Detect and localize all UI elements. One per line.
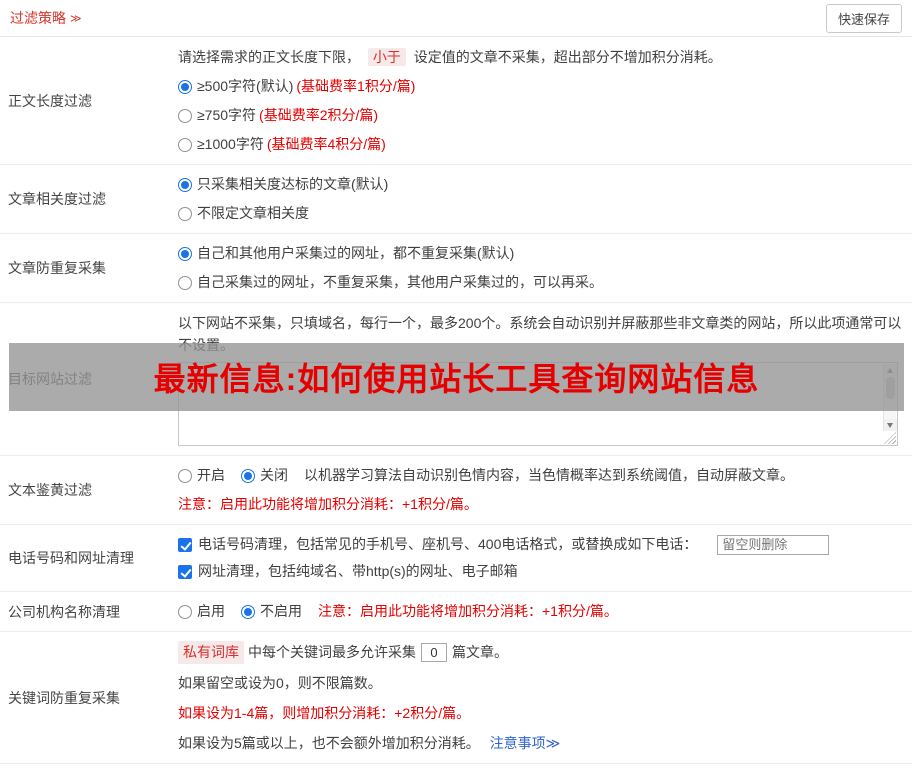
radio-icon[interactable]: [178, 275, 192, 290]
radio-option-dedup-self-only[interactable]: 自己采集过的网址，不重复采集，其他用户采集过的，可以再采。: [178, 272, 904, 293]
radio-option-relevance-on[interactable]: 只采集相关度达标的文章(默认): [178, 174, 904, 195]
row-dedup-collection: 文章防重复采集 自己和其他用户采集过的网址，都不重复采集(默认) 自己采集过的网…: [0, 234, 912, 303]
body-length-intro: 请选择需求的正文长度下限， 小于 设定值的文章不采集，超出部分不增加积分消耗。: [178, 46, 904, 68]
radio-icon[interactable]: [178, 79, 192, 94]
intro-text-before: 请选择需求的正文长度下限，: [178, 49, 360, 65]
keyword-count-input[interactable]: [421, 643, 447, 662]
radio-icon[interactable]: [178, 137, 192, 152]
radio-icon[interactable]: [241, 604, 255, 619]
phone-cleanup-line: 电话号码清理，包括常见的手机号、座机号、400电话格式，或替换成如下电话：: [178, 534, 904, 555]
row-body-length-filter: 正文长度过滤 请选择需求的正文长度下限， 小于 设定值的文章不采集，超出部分不增…: [0, 37, 912, 165]
radio-option-relevance-off[interactable]: 不限定文章相关度: [178, 203, 904, 224]
option-label: 启用: [197, 603, 225, 619]
row-label-body-length: 正文长度过滤: [8, 92, 92, 109]
porn-filter-cost-note: 注意：启用此功能将增加积分消耗：+1积分/篇。: [178, 496, 478, 512]
ad-banner-overlay: 最新信息:如何使用站长工具查询网站信息: [9, 343, 904, 411]
header: 过滤策略 ≫ 快速保存: [0, 0, 912, 37]
radio-option-500-chars[interactable]: ≥500字符(默认) (基础费率1积分/篇): [178, 76, 904, 97]
keyword-limit-text: 中每个关键词最多允许采集: [248, 644, 416, 660]
keyword-note-zero: 如果留空或设为0，则不限篇数。: [178, 675, 382, 691]
row-label-relevance: 文章相关度过滤: [8, 191, 106, 207]
radio-icon[interactable]: [178, 604, 192, 619]
radio-icon[interactable]: [178, 108, 192, 123]
keyword-note-cost: 如果设为1-4篇，则增加积分消耗：+2积分/篇。: [178, 705, 471, 721]
option-label: ≥750字符: [197, 107, 257, 123]
company-cost-note: 注意：启用此功能将增加积分消耗：+1积分/篇。: [318, 603, 618, 619]
page-title: 过滤策略: [10, 10, 66, 26]
checkbox-label: 网址清理，包括纯域名、带http(s)的网址、电子邮箱: [198, 563, 518, 579]
private-lexicon-tag[interactable]: 私有词库: [178, 641, 244, 664]
keyword-limit-text-end: 篇文章。: [452, 644, 508, 660]
checkbox-checked-icon[interactable]: [178, 537, 192, 552]
radio-option-company-off[interactable]: 不启用: [241, 601, 302, 622]
radio-option-dedup-all-users[interactable]: 自己和其他用户采集过的网址，都不重复采集(默认): [178, 243, 904, 264]
radio-option-company-on[interactable]: 启用: [178, 601, 225, 622]
option-label: 只采集相关度达标的文章(默认): [197, 176, 389, 192]
option-fee-note: (基础费率1积分/篇): [296, 78, 416, 94]
row-label-dedup: 文章防重复采集: [8, 260, 106, 276]
ad-banner-text: 最新信息:如何使用站长工具查询网站信息: [153, 361, 760, 397]
radio-option-1000-chars[interactable]: ≥1000字符 (基础费率4积分/篇): [178, 134, 904, 155]
option-fee-note: (基础费率4积分/篇): [266, 136, 386, 152]
row-label-phone-url: 电话号码和网址清理: [8, 550, 134, 566]
option-label: 自己和其他用户采集过的网址，都不重复采集(默认): [197, 245, 515, 261]
notice-link[interactable]: 注意事项≫: [490, 735, 561, 751]
intro-text-after: 设定值的文章不采集，超出部分不增加积分消耗。: [413, 49, 722, 65]
quick-save-button[interactable]: 快速保存: [825, 3, 902, 33]
radio-icon[interactable]: [241, 468, 255, 483]
checkbox-url-cleanup[interactable]: 网址清理，包括纯域名、带http(s)的网址、电子邮箱: [178, 561, 518, 582]
option-label: ≥500字符(默认): [197, 78, 294, 94]
row-porn-filter: 文本鉴黄过滤 开启 关闭 以机器学习算法自动识别色情内容，当色情概率达到系统阈值…: [0, 456, 912, 525]
checkbox-label: 电话号码清理，包括常见的手机号、座机号、400电话格式，或替换成如下电话：: [198, 536, 698, 552]
row-target-site-filter: 目标网站过滤 以下网站不采集，只填域名，每行一个，最多200个。系统会自动识别并…: [0, 303, 912, 456]
row-company-cleanup: 公司机构名称清理 启用 不启用 注意：启用此功能将增加积分消耗：+1积分/篇。: [0, 592, 912, 632]
row-label-porn-filter: 文本鉴黄过滤: [8, 482, 92, 498]
keyword-note-text: 如果设为5篇或以上，也不会额外增加积分消耗。: [178, 735, 480, 751]
option-label: 关闭: [260, 467, 288, 483]
checkbox-phone-cleanup[interactable]: 电话号码清理，包括常见的手机号、座机号、400电话格式，或替换成如下电话：: [178, 534, 697, 555]
collapse-chevron-icon[interactable]: ≫: [70, 12, 82, 25]
option-label: 开启: [197, 467, 225, 483]
option-label: 不限定文章相关度: [197, 205, 309, 221]
option-label: 不启用: [260, 603, 302, 619]
company-options-line: 启用 不启用 注意：启用此功能将增加积分消耗：+1积分/篇。: [178, 601, 904, 622]
radio-option-porn-off[interactable]: 关闭: [241, 465, 288, 486]
keyword-limit-line: 私有词库 中每个关键词最多允许采集 篇文章。: [178, 641, 904, 664]
row-keyword-dedup: 关键词防重复采集 私有词库 中每个关键词最多允许采集 篇文章。 如果留空或设为0…: [0, 632, 912, 764]
radio-option-porn-on[interactable]: 开启: [178, 465, 225, 486]
url-cleanup-line: 网址清理，包括纯域名、带http(s)的网址、电子邮箱: [178, 561, 904, 582]
phone-replace-input[interactable]: [717, 534, 830, 555]
resize-grip-icon[interactable]: [884, 432, 896, 444]
keyword-note-five-plus: 如果设为5篇或以上，也不会额外增加积分消耗。 注意事项≫: [178, 733, 904, 754]
radio-option-750-chars[interactable]: ≥750字符 (基础费率2积分/篇): [178, 105, 904, 126]
row-label-company: 公司机构名称清理: [8, 603, 120, 620]
row-phone-url-cleanup: 电话号码和网址清理 电话号码清理，包括常见的手机号、座机号、400电话格式，或替…: [0, 525, 912, 592]
option-label: 自己采集过的网址，不重复采集，其他用户采集过的，可以再采。: [197, 274, 603, 290]
checkbox-checked-icon[interactable]: [178, 564, 192, 579]
option-label: ≥1000字符: [197, 136, 264, 152]
radio-icon[interactable]: [178, 206, 192, 221]
porn-filter-options-line: 开启 关闭 以机器学习算法自动识别色情内容，当色情概率达到系统阈值，自动屏蔽文章…: [178, 465, 904, 486]
row-label-keyword: 关键词防重复采集: [8, 689, 120, 706]
radio-icon[interactable]: [178, 177, 192, 192]
page-title-group: 过滤策略 ≫: [10, 8, 82, 28]
option-fee-note: (基础费率2积分/篇): [259, 107, 379, 123]
radio-icon[interactable]: [178, 468, 192, 483]
radio-icon[interactable]: [178, 246, 192, 261]
porn-filter-description: 以机器学习算法自动识别色情内容，当色情概率达到系统阈值，自动屏蔽文章。: [304, 467, 794, 483]
row-relevance-filter: 文章相关度过滤 只采集相关度达标的文章(默认) 不限定文章相关度: [0, 165, 912, 234]
scrollbar-down-icon[interactable]: [883, 419, 897, 431]
less-than-tag: 小于: [367, 48, 406, 66]
